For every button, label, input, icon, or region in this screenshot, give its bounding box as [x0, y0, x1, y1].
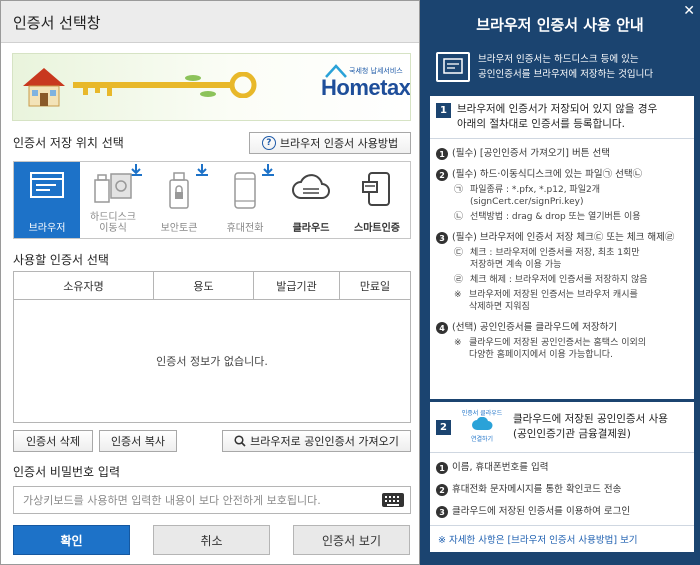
location-security-token[interactable]: 보안토큰 [146, 162, 212, 238]
view-certificate-button[interactable]: 인증서 보기 [293, 525, 410, 555]
guide-link[interactable]: ※ 자세한 사항은 [브라우저 인증서 사용방법] 보기 [430, 525, 694, 552]
monitor-certificate-icon [436, 52, 470, 82]
column-expiry[interactable]: 만료일 [340, 272, 410, 299]
column-owner[interactable]: 소유자명 [14, 272, 154, 299]
cloud-icon [472, 416, 493, 430]
list-item: 2 (필수) 하드·이동식디스크에 있는 파일㉠ 선택㉡ [430, 168, 694, 181]
search-icon [234, 435, 246, 447]
password-field [13, 486, 411, 514]
table-header: 소유자명 용도 발급기관 만료일 [14, 272, 410, 300]
hometax-banner: 국세청 납세서비스 Hometax. [12, 53, 411, 121]
mobile-phone-icon [234, 172, 256, 209]
cloud-connect-icon[interactable]: 인증서 클라우드 연결하기 [457, 408, 507, 446]
copy-certificate-button[interactable]: 인증서 복사 [99, 430, 177, 452]
location-hard-disk[interactable]: 하드디스크 이동식 [80, 162, 146, 238]
guide-panel: ✕ 브라우저 인증서 사용 안내 브라우저 인증서는 하드디스크 등에 있는 공… [420, 0, 700, 565]
guide-title: 브라우저 인증서 사용 안내 [476, 16, 644, 34]
browser-cert-help-button[interactable]: ? 브라우저 인증서 사용방법 [249, 132, 411, 154]
list-item: 1 이름, 휴대폰번호를 입력 [430, 461, 694, 474]
location-browser[interactable]: 브라우저 [14, 162, 80, 238]
certificate-table: 소유자명 용도 발급기관 만료일 인증서 정보가 없습니다. [13, 271, 411, 423]
browser-icon [30, 172, 64, 198]
location-cloud[interactable]: 클라우드 [278, 162, 344, 238]
key-icon [73, 72, 257, 98]
download-icon [196, 164, 208, 176]
list-item: 4 (선택) 공인인증서를 클라우드에 저장하기 [430, 321, 694, 334]
help-icon: ? [261, 136, 276, 150]
certificate-section-label: 사용할 인증서 선택 [13, 253, 109, 267]
location-mobile-phone[interactable]: 휴대전화 [212, 162, 278, 238]
column-usage[interactable]: 용도 [154, 272, 254, 299]
delete-certificate-button[interactable]: 인증서 삭제 [13, 430, 93, 452]
hometax-logo: 국세청 납세서비스 Hometax. [321, 64, 410, 112]
list-item: 3 (필수) 브라우저에 인증서 저장 체크㉢ 또는 체크 해제㉣ [430, 231, 694, 244]
security-token-icon [169, 172, 189, 209]
step1-header: 1 브라우저에 인증서가 저장되어 있지 않을 경우 아래의 절차대로 인증서를… [430, 96, 694, 139]
step-number: 1 [436, 103, 451, 118]
house-icon [23, 68, 65, 107]
step-number: 2 [436, 420, 451, 435]
certificate-dialog: 인증서 선택창 국세청 납세서비스 Hometax. 인증서 저장 위치 선택 … [0, 0, 420, 565]
dialog-title: 인증서 선택창 [1, 1, 419, 43]
list-item: 3 클라우드에 저장된 인증서를 이용하여 로그인 [430, 505, 694, 518]
cloud-icon [292, 174, 330, 199]
smart-card-icon [362, 172, 390, 206]
step2-box: 2 인증서 클라우드 연결하기 클라우드에 저장된 공인인증서 사용 (공인인증… [430, 402, 694, 552]
usb-disk-icon [94, 173, 132, 203]
guide-intro: 브라우저 인증서는 하드디스크 등에 있는 공인인증서를 브라우저에 저장하는 … [430, 44, 692, 90]
list-item: 1 (필수) [공인인증서 가져오기] 버튼 선택 [430, 147, 694, 160]
location-section-label: 인증서 저장 위치 선택 [13, 136, 124, 150]
password-input[interactable] [23, 493, 382, 507]
list-item: 2 휴대전화 문자메시지를 통한 확인코드 전송 [430, 483, 694, 496]
cancel-button[interactable]: 취소 [153, 525, 270, 555]
ok-button[interactable]: 확인 [13, 525, 130, 555]
step2-header: 2 인증서 클라우드 연결하기 클라우드에 저장된 공인인증서 사용 (공인인증… [430, 402, 694, 453]
import-certificate-button[interactable]: 브라우저로 공인인증서 가져오기 [222, 430, 411, 452]
location-smart-auth[interactable]: 스마트인증 [344, 162, 410, 238]
download-icon [262, 164, 274, 176]
step1-box: 1 브라우저에 인증서가 저장되어 있지 않을 경우 아래의 절차대로 인증서를… [430, 96, 694, 399]
column-issuer[interactable]: 발급기관 [254, 272, 340, 299]
storage-location-selector: 브라우저 하드디스크 이동식 보안토큰 휴대전화 클라우드 스마트인증 [13, 161, 411, 239]
empty-message: 인증서 정보가 없습니다. [156, 355, 268, 368]
virtual-keyboard-icon[interactable] [382, 493, 404, 507]
password-section-label: 인증서 비밀번호 입력 [13, 465, 120, 479]
